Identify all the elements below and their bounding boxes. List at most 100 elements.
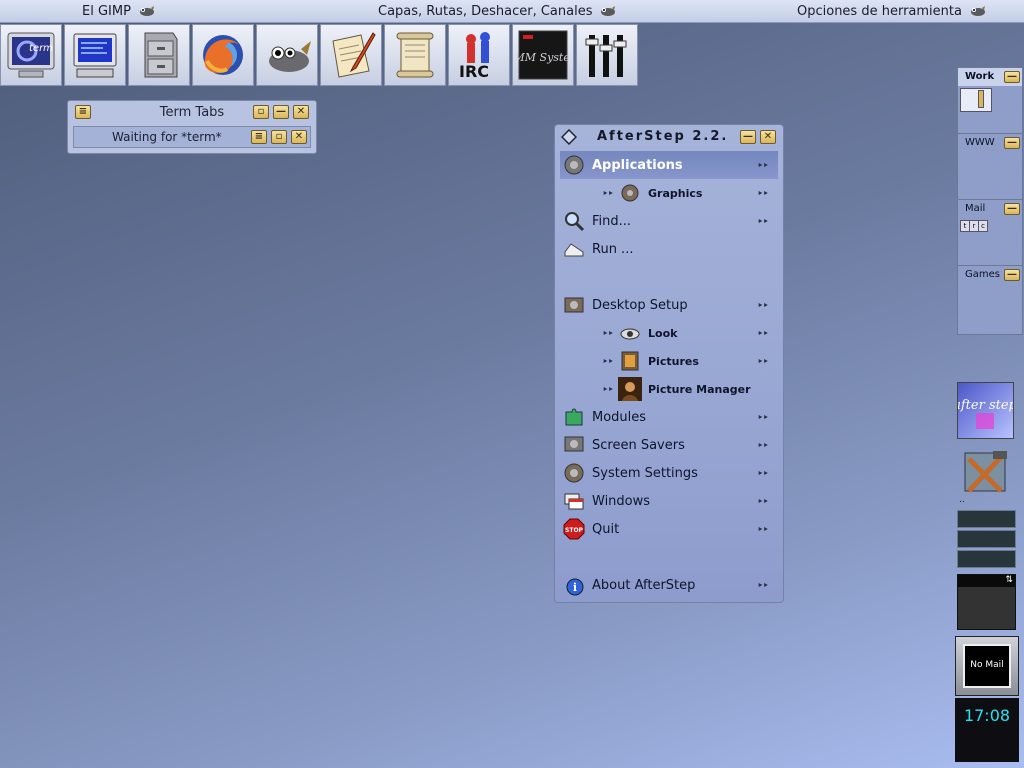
submenu-arrow-icon: ‣‣ [757, 523, 769, 536]
wharf-load-monitor[interactable]: ⇅ [957, 574, 1016, 630]
sneaker-icon [562, 237, 586, 261]
task-label: El GIMP [82, 3, 131, 19]
launcher-viewer[interactable] [384, 24, 446, 86]
submenu-arrow-icon: ‣‣ [757, 467, 769, 480]
menu-item-windows[interactable]: Windows ‣‣ [560, 487, 778, 515]
gears-icon [562, 153, 586, 177]
mini-window[interactable] [960, 88, 992, 112]
stop-sign-icon: STOP [562, 517, 586, 541]
gears-icon [562, 433, 586, 457]
info-icon: i [562, 573, 586, 597]
menu-close-button[interactable]: ✕ [760, 130, 776, 144]
submenu-arrow-icon: ‣‣ [757, 579, 769, 592]
menu-item-graphics[interactable]: ‣‣ Graphics ‣‣ [560, 179, 778, 207]
desk-shade-button[interactable]: — [1004, 269, 1020, 281]
menu-item-applications[interactable]: Applications ‣‣ [560, 151, 778, 179]
launcher-monitor[interactable] [64, 24, 126, 86]
eye-icon [618, 321, 642, 345]
svg-text:XMM System: XMM System [517, 51, 569, 64]
menu-item-find[interactable]: Find... ‣‣ [560, 207, 778, 235]
launcher-file-manager[interactable] [128, 24, 190, 86]
mini-window[interactable]: c [978, 220, 988, 232]
menu-item-desktop-setup[interactable]: Desktop Setup ‣‣ [560, 291, 778, 319]
title-bar[interactable]: ≡ Term Tabs ▫ — ✕ [68, 101, 316, 123]
wharf-mail-check[interactable]: No Mail [955, 636, 1019, 696]
gears-icon [618, 349, 642, 373]
submenu-arrow-icon: ‣‣ [757, 299, 769, 312]
task-label: Capas, Rutas, Deshacer, Canales [378, 3, 593, 19]
shade-button[interactable]: — [273, 105, 289, 119]
launcher-text-editor[interactable] [320, 24, 382, 86]
xmms-icon: XMM System [517, 30, 569, 80]
menu-item-pictures[interactable]: ‣‣ Pictures ‣‣ [560, 347, 778, 375]
submenu-arrow-icon: ‣‣ [757, 495, 769, 508]
menu-item-look[interactable]: ‣‣ Look ‣‣ [560, 319, 778, 347]
svg-text:STOP: STOP [565, 527, 584, 534]
menu-item-modules[interactable]: Modules ‣‣ [560, 403, 778, 431]
task-tool-options[interactable]: Opciones de herramienta [797, 0, 986, 22]
wilber-icon [601, 6, 616, 16]
mini-window[interactable] [978, 90, 984, 108]
menu-title-bar[interactable]: AfterStep 2.2. — ✕ [555, 125, 783, 149]
mail-status: No Mail [970, 660, 1004, 670]
launcher-firefox[interactable] [192, 24, 254, 86]
submenu-arrow-icon: ‣‣ [757, 411, 769, 424]
wharf-afterstep-logo[interactable]: after step [953, 382, 1018, 439]
wilber-icon [139, 6, 154, 16]
quill-paper-icon [332, 32, 376, 78]
wharf-clock[interactable]: 17:08 [955, 698, 1019, 762]
iconify-button[interactable]: ▫ [253, 105, 269, 119]
menu-item-system-settings[interactable]: System Settings ‣‣ [560, 459, 778, 487]
menu-item-picture-manager[interactable]: ‣‣ Picture Manager [560, 375, 778, 403]
desk-shade-button[interactable]: — [1004, 137, 1020, 149]
wilber-icon [970, 6, 985, 16]
diamond-icon [561, 129, 577, 145]
taskbar: El GIMP Capas, Rutas, Deshacer, Canales … [0, 0, 1024, 23]
desktop-pager: Work — WWW — Mail — t r c Games — [957, 67, 1023, 335]
menu-shade-button[interactable]: — [740, 130, 756, 144]
wharf-monitor-bar-3 [957, 550, 1016, 568]
svg-text:IRC: IRC [459, 62, 489, 81]
close-button[interactable]: ✕ [293, 105, 309, 119]
tab-close-button[interactable]: ✕ [291, 130, 307, 144]
scroll-icon [396, 32, 434, 78]
menu-item-quit[interactable]: STOP Quit ‣‣ [560, 515, 778, 543]
desk-shade-button[interactable]: — [1004, 203, 1020, 215]
task-gimp[interactable]: El GIMP [82, 0, 155, 22]
tab-iconify-button[interactable]: ▫ [271, 130, 287, 144]
launcher-mixer[interactable] [576, 24, 638, 86]
launcher-irc[interactable]: IRC [448, 24, 510, 86]
clock-time: 17:08 [963, 706, 1011, 725]
desk-mail[interactable]: Mail — t r c [958, 200, 1022, 266]
launcher-xmms[interactable]: XMM System [512, 24, 574, 86]
desk-games[interactable]: Games — [958, 266, 1022, 332]
afterstep-logo-icon: after step [953, 398, 1018, 429]
desk-www[interactable]: WWW — [958, 134, 1022, 200]
launcher-gimp[interactable] [256, 24, 318, 86]
launcher-aterm[interactable]: term [0, 24, 62, 86]
menu-item-about-afterstep[interactable]: i About AfterStep ‣‣ [560, 571, 778, 599]
portrait-icon [618, 377, 642, 401]
file-cabinet-icon [144, 32, 178, 78]
menu-item-run[interactable]: Run ... [560, 235, 778, 263]
wharf-tools[interactable]: .. [957, 447, 1014, 505]
firefox-icon [203, 35, 243, 75]
windows-icon [562, 489, 586, 513]
submenu-arrow-icon: ‣‣ [757, 159, 769, 172]
tab-menu-icon[interactable]: ≡ [251, 130, 267, 144]
gears-icon [562, 461, 586, 485]
task-layers[interactable]: Capas, Rutas, Deshacer, Canales [378, 0, 616, 22]
gears-icon [618, 181, 642, 205]
irc-icon: IRC [459, 32, 490, 81]
svg-text:term: term [29, 43, 53, 54]
submenu-arrow-icon: ‣‣ [757, 215, 769, 228]
mixer-sliders-icon [585, 35, 627, 77]
desk-shade-button[interactable]: — [1004, 71, 1020, 83]
menu-body: Applications ‣‣ ‣‣ Graphics ‣‣ Find... ‣… [560, 151, 778, 597]
submenu-arrow-icon: ‣‣ [757, 355, 769, 368]
desk-work[interactable]: Work — [958, 68, 1022, 134]
puzzle-icon [562, 405, 586, 429]
menu-item-screen-savers[interactable]: Screen Savers ‣‣ [560, 431, 778, 459]
tab-waiting-term[interactable]: Waiting for *term* [112, 130, 222, 144]
menu-title: AfterStep 2.2. [597, 129, 729, 144]
